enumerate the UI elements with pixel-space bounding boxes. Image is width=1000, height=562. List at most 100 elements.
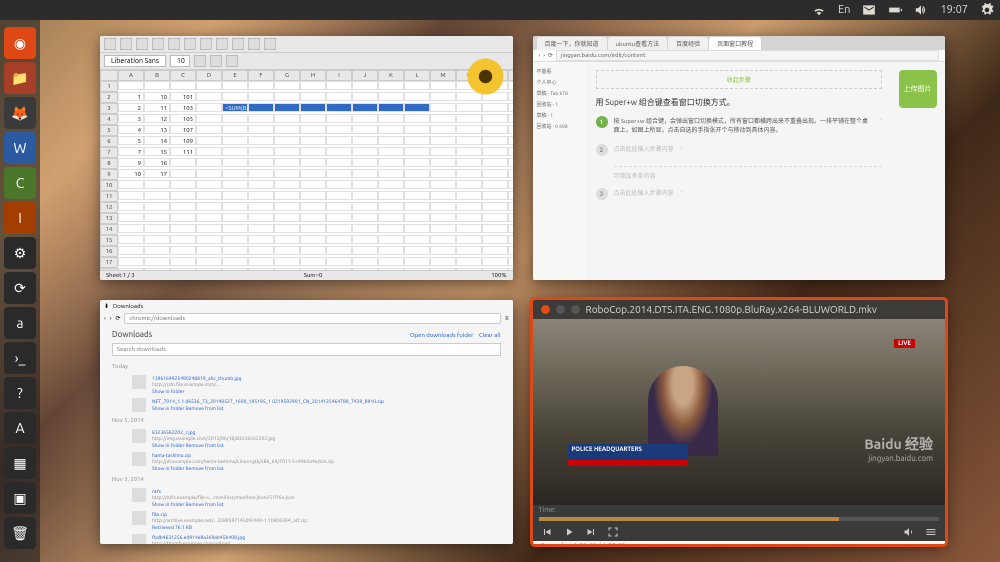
cell[interactable] <box>352 202 378 211</box>
sidebar-item[interactable]: 不能看 <box>537 66 583 77</box>
cell[interactable] <box>196 147 222 156</box>
cell[interactable] <box>508 235 513 244</box>
cell[interactable] <box>144 81 170 90</box>
col-header[interactable]: F <box>248 70 274 81</box>
cell[interactable] <box>430 235 456 244</box>
launcher-help[interactable]: ? <box>4 377 36 409</box>
launcher-dash[interactable]: ◉ <box>4 27 36 59</box>
cell[interactable] <box>300 92 326 101</box>
cell[interactable] <box>196 224 222 233</box>
cell[interactable] <box>456 103 482 112</box>
cell[interactable] <box>118 246 144 255</box>
cell[interactable] <box>274 257 300 266</box>
cell[interactable] <box>352 81 378 90</box>
toolbar-cut-icon[interactable] <box>168 38 180 50</box>
cell[interactable] <box>300 224 326 233</box>
cell[interactable] <box>430 114 456 123</box>
underline-icon[interactable] <box>226 55 238 67</box>
italic-icon[interactable] <box>210 55 222 67</box>
col-header[interactable]: G <box>274 70 300 81</box>
cell[interactable] <box>300 257 326 266</box>
playlist-icon[interactable] <box>925 526 937 540</box>
cell[interactable] <box>378 147 404 156</box>
cell[interactable] <box>482 257 508 266</box>
seek-bar[interactable] <box>539 517 940 521</box>
sidebar-item[interactable]: 草稿 - Tab 678 <box>537 88 583 99</box>
download-actions[interactable]: Show in folder <box>152 388 241 394</box>
cell[interactable] <box>456 191 482 200</box>
launcher-store[interactable]: A <box>4 412 36 444</box>
cell[interactable] <box>248 213 274 222</box>
row-header[interactable]: 16 <box>100 246 118 257</box>
cell[interactable] <box>456 202 482 211</box>
cell[interactable] <box>248 147 274 156</box>
cell[interactable]: 101 <box>170 92 196 101</box>
cell[interactable] <box>430 92 456 101</box>
cell[interactable] <box>170 169 196 178</box>
cell[interactable] <box>404 169 430 178</box>
cell[interactable] <box>170 213 196 222</box>
video-frame[interactable]: LIVE POLICE HEADQUARTERS Baidu 经验 jingya… <box>533 319 946 505</box>
toolbar-new-icon[interactable] <box>104 38 116 50</box>
cell[interactable] <box>508 246 513 255</box>
row-header[interactable]: 4 <box>100 114 118 125</box>
sidebar-item[interactable]: 个人中心 <box>537 77 583 88</box>
download-actions[interactable]: Show in folder Remove from list <box>152 501 295 507</box>
cell[interactable] <box>430 246 456 255</box>
cell[interactable] <box>300 158 326 167</box>
cell[interactable] <box>196 125 222 134</box>
cell[interactable] <box>222 147 248 156</box>
cell[interactable]: 7 <box>118 147 144 156</box>
cell[interactable] <box>456 180 482 189</box>
cell[interactable] <box>430 191 456 200</box>
cell[interactable] <box>456 158 482 167</box>
cell[interactable]: =SUM(B2:B9)+SUM(C2:C9)+SUM(D2:D9) <box>222 103 248 112</box>
cell[interactable] <box>456 125 482 134</box>
cell[interactable] <box>196 114 222 123</box>
cell[interactable]: 16 <box>144 158 170 167</box>
cell[interactable] <box>404 191 430 200</box>
collapse-button[interactable]: 收起步骤 <box>596 70 883 89</box>
cell[interactable] <box>508 81 513 90</box>
cell[interactable] <box>482 213 508 222</box>
cell[interactable] <box>378 257 404 266</box>
cell[interactable] <box>144 180 170 189</box>
cell[interactable] <box>482 169 508 178</box>
cell[interactable] <box>144 202 170 211</box>
cell[interactable] <box>222 213 248 222</box>
col-header[interactable]: D <box>196 70 222 81</box>
cell[interactable]: 111 <box>170 147 196 156</box>
cell[interactable] <box>378 213 404 222</box>
download-filename[interactable]: NET_7014_1.1.06536_73_20140527_1600_1951… <box>152 398 384 404</box>
cell[interactable] <box>508 125 513 134</box>
cell[interactable]: 2 <box>118 103 144 112</box>
reload-icon[interactable]: ⟳ <box>548 52 553 59</box>
cell[interactable]: 17 <box>144 169 170 178</box>
cell[interactable] <box>248 114 274 123</box>
toolbar-redo-icon[interactable] <box>232 38 244 50</box>
cell[interactable]: 109 <box>170 136 196 145</box>
cell[interactable] <box>352 92 378 101</box>
cell[interactable]: 4 <box>118 125 144 134</box>
cell[interactable] <box>274 191 300 200</box>
cell[interactable] <box>352 147 378 156</box>
cell[interactable] <box>352 224 378 233</box>
cell[interactable] <box>222 202 248 211</box>
cell[interactable] <box>430 180 456 189</box>
cell[interactable] <box>404 202 430 211</box>
cell[interactable] <box>144 235 170 244</box>
cell[interactable] <box>326 92 352 101</box>
cell[interactable]: 10 <box>144 92 170 101</box>
cell[interactable] <box>170 202 196 211</box>
download-actions[interactable]: Show in folder Remove from list <box>152 442 275 448</box>
cell[interactable] <box>430 81 456 90</box>
cell[interactable] <box>352 169 378 178</box>
cell[interactable] <box>352 246 378 255</box>
cell[interactable] <box>144 213 170 222</box>
cell[interactable] <box>300 213 326 222</box>
row-header[interactable]: 5 <box>100 125 118 136</box>
cell[interactable] <box>404 257 430 266</box>
row-header[interactable]: 7 <box>100 147 118 158</box>
cell[interactable] <box>482 224 508 233</box>
cell[interactable] <box>222 257 248 266</box>
